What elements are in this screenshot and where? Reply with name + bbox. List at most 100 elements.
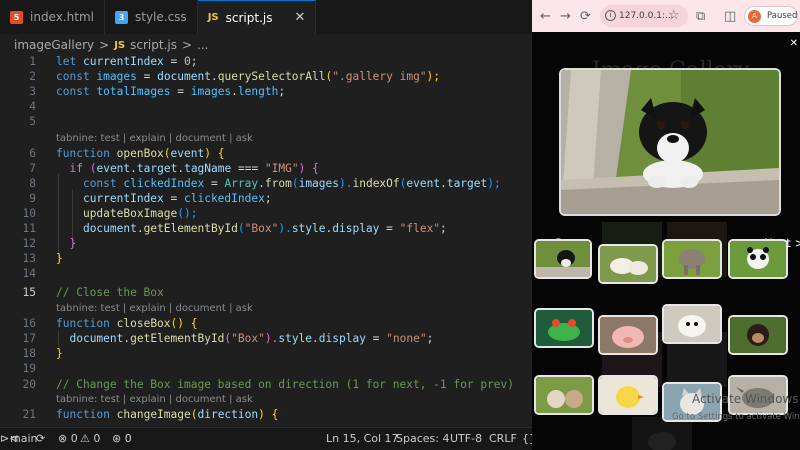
code-line: 4 [0, 99, 532, 114]
thumbnail-seal[interactable] [662, 304, 722, 344]
tabnine-hint[interactable]: tabnine: test | explain | document | ask [56, 394, 253, 406]
tabnine-hint[interactable]: tabnine: test | explain | document | ask [56, 303, 253, 315]
puppy-image [561, 70, 779, 214]
tab-style-css[interactable]: 3 style.css [105, 0, 198, 34]
thumbnail-puppy[interactable] [534, 239, 592, 279]
line-number: 21 [22, 408, 36, 421]
code-line: 19 [0, 361, 532, 376]
js-icon: JS [207, 12, 219, 23]
extensions-icon[interactable]: ⧉ [696, 9, 705, 24]
close-tab-icon[interactable]: ✕ [294, 10, 305, 25]
url-text: 127.0.0.1:... [619, 11, 674, 21]
sync-icon[interactable]: ⟳ [36, 432, 45, 445]
tab-label: index.html [30, 10, 94, 24]
browser-window: ← → ⟳ i 127.0.0.1:... ☆ ⧉ ◫ A Paused Ima… [532, 0, 800, 450]
warnings-count[interactable]: ⚠ 0 [80, 432, 100, 445]
code-line: 11 document.getElementById("Box").style.… [0, 221, 532, 236]
chimpanzee-image [730, 317, 786, 353]
breadcrumb-file[interactable]: script.js [130, 38, 177, 52]
thumbnail-frog[interactable] [534, 308, 594, 348]
seal-image [664, 306, 720, 342]
code-line: 5 [0, 114, 532, 129]
tabnine-hint[interactable]: tabnine: test | explain | document | ask [56, 133, 253, 145]
elephant-image [664, 241, 720, 277]
line-number: 1 [29, 55, 36, 68]
code-area[interactable]: 1 let currentIndex = 0; 2 const images =… [0, 54, 532, 424]
side-panel-icon[interactable]: ◫ [724, 9, 736, 24]
activate-windows-subtitle: Go to Settings to activate Windows. [672, 412, 800, 422]
chick-image [600, 377, 656, 413]
line-number: 14 [22, 267, 36, 280]
profile-paused-button[interactable]: A Paused [744, 6, 798, 26]
chevron-right-icon: > [99, 38, 110, 52]
html5-icon: 5 [10, 10, 23, 24]
code-line: 10 updateBoxImage(); [0, 206, 532, 221]
thumbnail-chimpanzee[interactable] [728, 315, 788, 355]
code-line: 2 const images = document.querySelectorA… [0, 69, 532, 84]
line-number: 8 [29, 177, 36, 190]
encoding[interactable]: UTF-8 [450, 432, 482, 445]
site-info-icon[interactable]: i [605, 10, 616, 21]
line-number: 17 [22, 332, 36, 345]
code-line: 21 function changeImage(direction) { [0, 407, 532, 422]
cursor-position[interactable]: Ln 15, Col 17 [326, 432, 399, 445]
back-arrow-icon[interactable]: ← [540, 9, 551, 24]
tab-script-js[interactable]: JS script.js ✕ [197, 0, 317, 34]
breadcrumb-folder[interactable]: imageGallery [14, 38, 94, 52]
code-line: 16 function closeBox() { [0, 316, 532, 331]
js-icon: JS [114, 39, 126, 51]
code-line: 3 const totalImages = images.length; [0, 84, 532, 99]
lamb-image [600, 246, 656, 282]
code-editor: 5 index.html 3 style.css JS script.js ✕ … [0, 0, 536, 450]
line-number: 15 [22, 286, 36, 299]
line-number: 7 [29, 162, 36, 175]
tab-index-html[interactable]: 5 index.html [0, 0, 105, 34]
line-number: 19 [22, 362, 36, 375]
status-bar: ⊳⊲ main ⟳ ⊗ 0 ⚠ 0 ⊛ 0 Ln 15, Col 17 Spac… [0, 427, 536, 450]
thumbnail-chick[interactable] [598, 375, 658, 415]
profile-status: Paused [767, 11, 798, 21]
code-line: 18 } [0, 346, 532, 361]
code-line: 17 document.getElementById("Box").style.… [0, 331, 532, 346]
panda-image [730, 241, 786, 277]
errors-count[interactable]: ⊗ 0 [58, 432, 78, 445]
tab-label: style.css [134, 10, 187, 24]
css3-icon: 3 [114, 10, 128, 24]
code-line: 14 [0, 266, 532, 281]
thumbnail-kitten-bunny[interactable] [534, 375, 594, 415]
line-number: 2 [29, 70, 36, 83]
branch-name[interactable]: main [10, 432, 37, 445]
box-image-puppy [559, 68, 781, 216]
code-line: 12 } [0, 236, 532, 251]
code-line: 6 function openBox(event) { [0, 146, 532, 161]
activate-windows-title: Activate Windows [692, 392, 799, 406]
puppy-thumb-image [536, 241, 590, 277]
forward-arrow-icon[interactable]: → [560, 9, 571, 24]
ports-count[interactable]: ⊛ 0 [112, 432, 132, 445]
indentation[interactable]: Spaces: 4 [396, 432, 449, 445]
breadcrumb-symbols[interactable]: ... [197, 38, 208, 52]
line-number: 13 [22, 252, 36, 265]
screen: 5 index.html 3 style.css JS script.js ✕ … [0, 0, 800, 450]
web-page: Image Gallery ✕ [532, 32, 800, 450]
bookmark-star-icon[interactable]: ☆ [668, 8, 680, 23]
breadcrumb: imageGallery > JS script.js > ... [0, 36, 532, 54]
thumbnail-panda[interactable] [728, 239, 788, 279]
code-line: 7 if (event.target.tagName === "IMG") { [0, 161, 532, 176]
thumbnail-lamb[interactable] [598, 244, 658, 284]
thumbnail-piglet[interactable] [598, 315, 658, 355]
code-line: 13 } [0, 251, 532, 266]
editor-tab-bar: 5 index.html 3 style.css JS script.js ✕ [0, 0, 532, 34]
kitten-bunny-image [536, 377, 592, 413]
code-line: 20 // Change the Box image based on dire… [0, 377, 532, 392]
line-endings[interactable]: CRLF [489, 432, 517, 445]
thumbnail-elephant[interactable] [662, 239, 722, 279]
line-number: 3 [29, 85, 36, 98]
code-line: 1 let currentIndex = 0; [0, 54, 532, 69]
line-number: 6 [29, 147, 36, 160]
line-number: 5 [29, 115, 36, 128]
reload-icon[interactable]: ⟳ [580, 9, 591, 24]
code-line-current: 15 // Close the Box [0, 285, 532, 300]
close-box-icon[interactable]: ✕ [790, 38, 798, 49]
piglet-image [600, 317, 656, 353]
